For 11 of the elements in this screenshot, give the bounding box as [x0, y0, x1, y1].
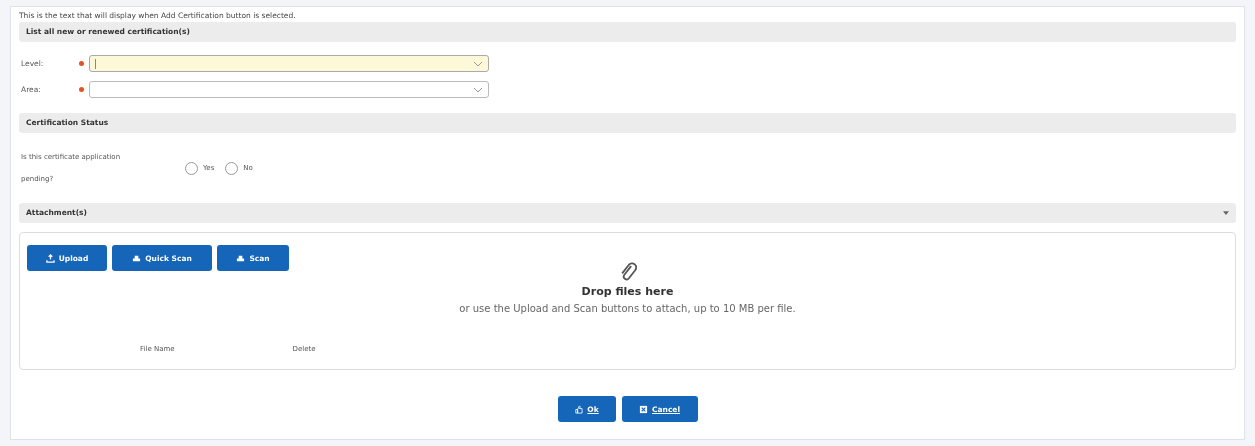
scanner-icon — [132, 253, 142, 263]
scanner-icon — [236, 253, 246, 263]
chevron-down-icon — [473, 86, 483, 93]
close-icon — [639, 404, 648, 414]
upload-icon — [45, 253, 55, 263]
dropdown-field[interactable] — [89, 55, 489, 72]
drop-hint: or use the Upload and Scan buttons to attach, up to 10 MB per file. — [459, 303, 796, 314]
dropdown-field[interactable] — [89, 81, 489, 98]
chevron-down-icon — [473, 60, 483, 67]
drop-title: Drop files here — [581, 285, 674, 298]
thumbs-up-icon — [574, 404, 584, 414]
